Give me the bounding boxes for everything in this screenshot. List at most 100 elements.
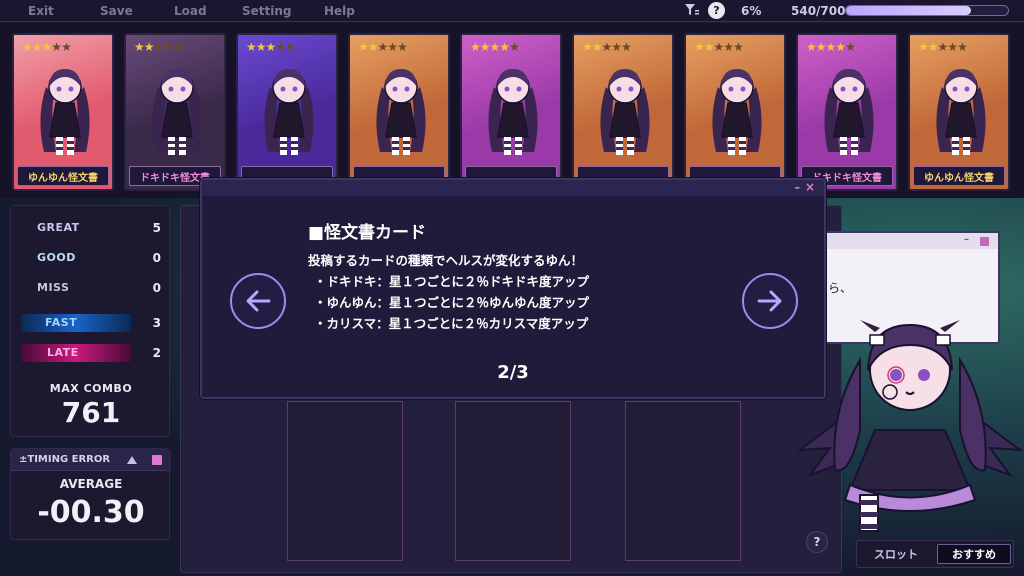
bottom-tab-bar: スロット おすすめ	[856, 540, 1014, 568]
card-art	[462, 35, 560, 167]
star-icon: ★	[143, 40, 155, 54]
card-character-icon	[488, 69, 538, 155]
modal-close-button[interactable]: ×	[805, 180, 815, 194]
star-icon: ★	[153, 40, 165, 54]
speech-square-icon[interactable]	[980, 237, 989, 246]
great-label: GREAT	[37, 221, 80, 234]
card-item[interactable]: ★★★★★	[236, 33, 338, 191]
star-icon: ★	[825, 40, 837, 54]
card-label: ゆんゆん怪文書	[913, 166, 1005, 186]
star-icon: ★	[397, 40, 408, 54]
collapse-triangle-icon[interactable]	[127, 456, 137, 464]
star-icon: ★	[134, 40, 145, 54]
star-icon: ★	[937, 40, 949, 54]
results-panel: GREAT 5 GOOD 0 MISS 0 FAST 3 LATE 2 MAX …	[10, 205, 170, 437]
card-slot[interactable]	[287, 401, 403, 561]
average-label: AVERAGE	[59, 477, 123, 491]
star-icon: ★	[591, 40, 603, 54]
card-slot[interactable]	[455, 401, 571, 561]
card-item[interactable]: ★★★★★ ゆんゆん怪文書	[908, 33, 1010, 191]
completion-count: 540/700	[791, 4, 846, 18]
speech-text: ら、	[828, 281, 853, 295]
star-icon: ★	[845, 40, 856, 54]
card-row: ★★★★★ゆんゆん怪文書 ★★★★★ドキドキ怪文書 ★★★★★ ★★★★★	[0, 23, 1024, 198]
card-item[interactable]: ★★★★★	[684, 33, 786, 191]
star-icon: ★	[733, 40, 744, 54]
star-icon: ★	[377, 40, 389, 54]
timing-error-header: ±TIMING ERROR	[11, 449, 171, 471]
card-art	[574, 35, 672, 167]
card-label: ゆんゆん怪文書	[17, 166, 109, 186]
star-icon: ★	[479, 40, 491, 54]
modal-line-doki: ・ドキドキ：星１つごとに２％ドキドキ度アップ	[314, 274, 590, 289]
star-icon: ★	[582, 40, 593, 54]
star-icon: ★	[41, 40, 53, 54]
modal-body: 投稿するカードの種類でヘルスが変化するゆん！ ・ドキドキ：星１つごとに２％ドキド…	[308, 250, 589, 334]
window-square-icon[interactable]	[152, 455, 162, 465]
star-icon: ★	[358, 40, 369, 54]
average-value: -00.30	[37, 495, 145, 530]
star-icon: ★	[815, 40, 827, 54]
card-star-rating: ★★★★★	[134, 40, 184, 54]
modal-titlebar: – ×	[202, 180, 824, 196]
max-combo-value: 761	[61, 396, 121, 429]
card-art	[126, 35, 224, 167]
card-info-modal: – × ■怪文書カード 投稿するカードの種類でヘルスが変化するゆん！ ・ドキドキ…	[200, 178, 826, 399]
card-item[interactable]: ★★★★★	[348, 33, 450, 191]
menu-load[interactable]: Load	[174, 4, 207, 18]
card-character-icon	[376, 69, 426, 155]
fast-count: 3	[152, 316, 161, 330]
card-item[interactable]: ★★★★★	[460, 33, 562, 191]
star-icon: ★	[265, 40, 277, 54]
filter-icon[interactable]	[684, 3, 700, 17]
star-icon: ★	[387, 40, 398, 54]
card-character-icon	[40, 69, 90, 155]
star-icon: ★	[713, 40, 725, 54]
tab-recommended[interactable]: おすすめ	[937, 544, 1011, 564]
max-combo-label: MAX COMBO	[49, 382, 133, 395]
late-count: 2	[152, 346, 161, 360]
card-star-rating: ★★★★★	[582, 40, 632, 54]
card-item[interactable]: ★★★★★	[572, 33, 674, 191]
great-count: 5	[152, 221, 161, 235]
card-star-rating: ★★★★★	[22, 40, 72, 54]
star-icon: ★	[723, 40, 734, 54]
card-art	[238, 35, 336, 167]
card-item[interactable]: ★★★★★ ドキドキ怪文書	[796, 33, 898, 191]
menu-help[interactable]: Help	[324, 4, 355, 18]
card-character-icon	[152, 69, 202, 155]
help-icon[interactable]: ?	[708, 2, 725, 19]
modal-line-yun: ・ゆんゆん：星１つごとに２％ゆんゆん度アップ	[314, 295, 590, 310]
card-character-icon	[264, 69, 314, 155]
menu-save[interactable]: Save	[100, 4, 133, 18]
star-icon: ★	[246, 40, 257, 54]
card-art	[910, 35, 1008, 167]
arrow-right-icon	[757, 290, 782, 312]
menu-setting[interactable]: Setting	[242, 4, 292, 18]
star-icon: ★	[470, 40, 481, 54]
card-art	[686, 35, 784, 167]
modal-minimize-button[interactable]: –	[795, 181, 801, 194]
star-icon: ★	[611, 40, 622, 54]
star-icon: ★	[601, 40, 613, 54]
card-star-rating: ★★★★★	[358, 40, 408, 54]
card-art	[14, 35, 112, 167]
late-row: LATE 2	[11, 343, 171, 365]
card-item[interactable]: ★★★★★ ドキドキ怪文書	[124, 33, 226, 191]
star-icon: ★	[275, 40, 286, 54]
help-button[interactable]: ?	[806, 531, 828, 553]
great-row: GREAT 5	[11, 218, 171, 240]
previous-page-button[interactable]	[230, 273, 286, 329]
next-page-button[interactable]	[742, 273, 798, 329]
star-icon: ★	[51, 40, 62, 54]
star-icon: ★	[22, 40, 33, 54]
completion-progress-bar	[845, 5, 1009, 16]
miss-row: MISS 0	[11, 278, 171, 300]
menu-exit[interactable]: Exit	[28, 4, 54, 18]
card-art	[798, 35, 896, 167]
speech-minimize-button[interactable]: –	[964, 234, 969, 245]
card-slot[interactable]	[625, 401, 741, 561]
card-item[interactable]: ★★★★★ ゆんゆん怪文書	[12, 33, 114, 191]
tab-slot[interactable]: スロット	[861, 544, 931, 564]
star-icon: ★	[173, 40, 184, 54]
